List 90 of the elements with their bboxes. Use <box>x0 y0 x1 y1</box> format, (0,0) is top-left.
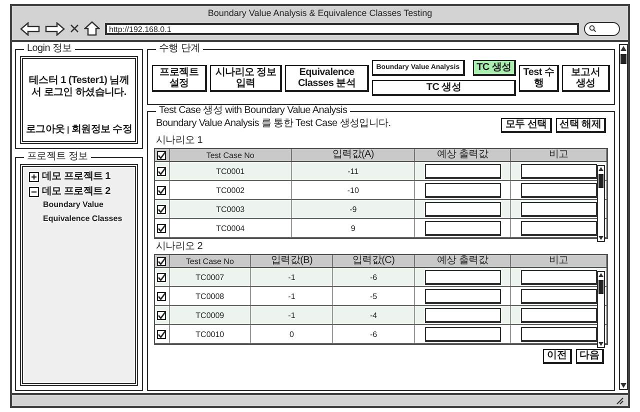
table-input-field[interactable] <box>520 220 596 236</box>
table-input-field[interactable] <box>424 326 500 342</box>
step-button[interactable]: TC 생성 <box>472 60 516 76</box>
table-cell: -4 <box>332 306 414 325</box>
checkbox[interactable] <box>157 330 166 339</box>
table-input-field[interactable] <box>424 220 500 236</box>
table-input-field[interactable] <box>520 270 596 285</box>
table-cell: TC0004 <box>169 218 292 238</box>
table-input-field[interactable] <box>520 202 596 217</box>
checkbox[interactable] <box>157 310 166 320</box>
table-cell: TC0001 <box>169 162 292 181</box>
table-cell: -6 <box>332 268 414 287</box>
table-cell: TC0009 <box>169 306 251 325</box>
checkbox[interactable] <box>157 166 166 176</box>
checkbox[interactable] <box>157 224 166 233</box>
group-title: Login 정보 <box>26 44 73 54</box>
column-header: 비고 <box>510 148 606 162</box>
table-cell: TC0003 <box>169 200 292 219</box>
scrollbar[interactable] <box>619 44 628 390</box>
column-header: 입력값(C) <box>332 254 414 268</box>
checkbox[interactable] <box>157 292 166 301</box>
collapse-icon[interactable] <box>29 186 39 197</box>
table-cell: TC0010 <box>169 324 251 344</box>
column-header: 비고 <box>510 254 606 268</box>
table-input-field[interactable] <box>424 308 500 323</box>
separator: | <box>66 124 70 134</box>
table-cell: 0 <box>250 324 333 344</box>
table-cell: -9 <box>292 200 414 219</box>
table-input-field[interactable] <box>424 164 500 179</box>
tree-item[interactable]: Equivalence Classes <box>29 214 129 223</box>
address-field[interactable]: http://192.168.0.1 <box>105 22 579 35</box>
table-input-field[interactable] <box>424 202 500 217</box>
table-input-field[interactable] <box>424 288 500 304</box>
table-cell: -6 <box>332 324 414 344</box>
group-title: 프로젝트 정보 <box>26 152 89 162</box>
table-cell: TC0007 <box>169 268 251 287</box>
checkbox[interactable] <box>157 256 166 266</box>
description: Boundary Value Analysis 를 통한 Test Case 생성입니다. <box>156 118 391 130</box>
table-input-field[interactable] <box>424 270 500 285</box>
group-title: Test Case 생성 with Boundary Value Analysis <box>158 106 348 116</box>
close-icon[interactable] <box>70 24 79 34</box>
link[interactable]: 로그아웃 <box>26 124 65 135</box>
table-input-field[interactable] <box>520 182 596 198</box>
link[interactable]: 회원정보 수정 <box>71 124 132 135</box>
step-button[interactable]: 프로젝트 설정 <box>152 64 208 92</box>
table-cell: 9 <box>292 218 414 238</box>
scenario-label: 시나리오 2 <box>155 240 204 254</box>
table-cell: -11 <box>292 162 414 181</box>
column-header: 예상 출력값 <box>414 148 510 162</box>
login-message: 테스터 1 (Tester1) 님께서 로그인 하셨습니다. <box>28 75 130 98</box>
table-input-field[interactable] <box>520 288 596 304</box>
nav-button[interactable]: 이전 <box>543 349 572 364</box>
table-cell: -1 <box>250 268 333 287</box>
nav-button[interactable]: 다음 <box>576 349 604 364</box>
tree-item[interactable]: Boundary Value <box>29 200 129 210</box>
window-title: Boundary Value Analysis & Equivalence Classes Testing <box>206 7 434 18</box>
step-button[interactable]: Equivalence Classes 분석 <box>285 64 370 92</box>
tree-item[interactable]: 데모 프로젝트 1 <box>42 171 110 183</box>
search-icon <box>589 25 596 32</box>
step-button[interactable]: 시나리오 정보 입력 <box>210 64 282 92</box>
column-header: 입력값(B) <box>250 254 333 268</box>
tree-item[interactable]: 데모 프로젝트 2 <box>42 186 110 198</box>
scrollbar[interactable] <box>597 164 605 242</box>
column-header: Test Case No <box>169 148 292 162</box>
step-button[interactable]: TC 생성 <box>372 80 516 96</box>
resize-grip-icon[interactable] <box>616 396 624 404</box>
column-header: 입력값(A) <box>292 148 414 162</box>
column-header: Test Case No <box>169 254 251 268</box>
table-input-field[interactable] <box>520 326 596 342</box>
step-button[interactable]: Test 수행 <box>519 64 560 92</box>
checkbox[interactable] <box>157 186 166 195</box>
action-button[interactable]: 모두 선택 <box>501 118 552 134</box>
back-icon[interactable] <box>20 22 40 36</box>
group-title: 수행 단계 <box>158 44 202 54</box>
expand-icon[interactable] <box>29 172 39 182</box>
home-icon[interactable] <box>84 21 100 36</box>
checkbox[interactable] <box>157 150 166 160</box>
column-header: 예상 출력값 <box>414 254 510 268</box>
scenario-label: 시나리오 1 <box>155 134 204 148</box>
search-field[interactable] <box>584 22 620 36</box>
table-cell: -1 <box>250 306 333 325</box>
forward-icon[interactable] <box>45 22 65 36</box>
scrollbar[interactable] <box>597 270 605 348</box>
table-input-field[interactable] <box>520 164 596 179</box>
checkbox[interactable] <box>157 204 166 214</box>
checkbox[interactable] <box>157 272 166 282</box>
step-button[interactable]: 보고서 생성 <box>562 64 610 92</box>
table-input-field[interactable] <box>520 308 596 323</box>
action-button[interactable]: 선택 해제 <box>556 118 606 134</box>
table-input-field[interactable] <box>424 182 500 198</box>
